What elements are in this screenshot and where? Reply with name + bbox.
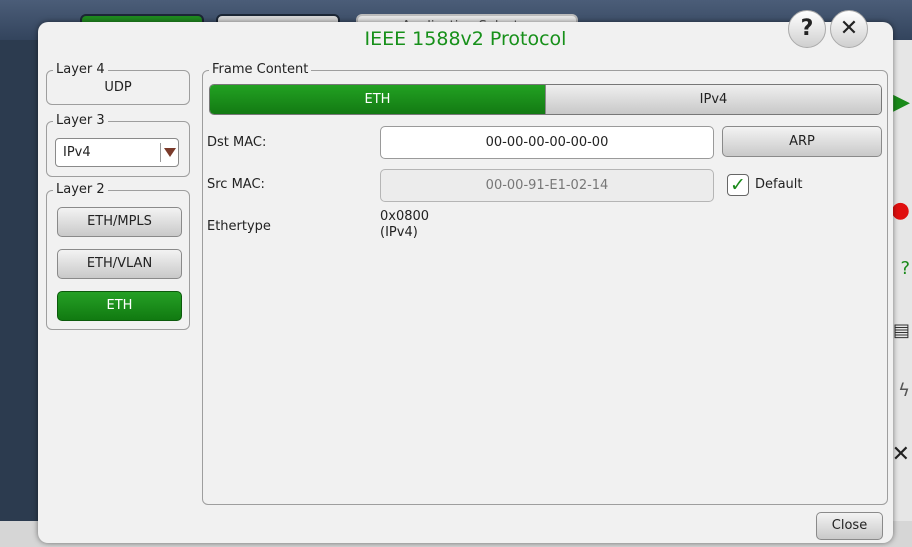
frame-tabs: ETH IPv4	[209, 84, 882, 115]
src-mac-label: Src MAC:	[207, 177, 265, 192]
help-side-icon[interactable]: ?	[900, 258, 910, 279]
close-icon[interactable]: ✕	[830, 10, 868, 48]
tab-eth[interactable]: ETH	[210, 85, 545, 114]
layer2-group: Layer 2 ETH/MPLS ETH/VLAN ETH	[46, 182, 190, 330]
layer3-selected: IPv4	[63, 145, 91, 160]
layer3-select[interactable]: IPv4	[55, 138, 179, 167]
chevron-down-icon	[164, 148, 176, 157]
layer3-group: Layer 3 IPv4	[46, 113, 190, 177]
arp-button[interactable]: ARP	[722, 126, 882, 157]
record-icon[interactable]: ●	[891, 198, 910, 223]
close-button[interactable]: Close	[816, 512, 883, 540]
save-icon[interactable]: ▤	[893, 320, 910, 341]
default-checkbox[interactable]: ✓	[727, 174, 749, 196]
protocol-dialog: IEEE 1588v2 Protocol ? ✕ Layer 4 UDP Lay…	[38, 10, 893, 543]
ethertype-value: 0x0800	[380, 209, 430, 224]
layer2-legend: Layer 2	[53, 182, 108, 198]
ethertype-note: (IPv4)	[380, 225, 418, 240]
frame-content-group: Frame Content ETH IPv4 Dst MAC: 00-00-00…	[202, 62, 888, 505]
ethertype-label: Ethertype	[207, 219, 271, 234]
eth-button[interactable]: ETH	[57, 291, 182, 321]
eth-vlan-button[interactable]: ETH/VLAN	[57, 249, 182, 279]
layer4-value: UDP	[104, 80, 132, 95]
frame-content-legend: Frame Content	[209, 62, 312, 78]
cancel-icon[interactable]: ✕	[892, 442, 910, 467]
tab-ipv4[interactable]: IPv4	[545, 85, 881, 114]
src-mac-input[interactable]: 00-00-91-E1-02-14	[380, 169, 714, 202]
layer3-legend: Layer 3	[53, 113, 108, 129]
play-icon[interactable]: ▶	[893, 90, 910, 115]
dialog-title: IEEE 1588v2 Protocol	[364, 28, 567, 50]
layer4-group: Layer 4 UDP	[46, 62, 190, 105]
help-icon[interactable]: ?	[788, 10, 826, 48]
dst-mac-label: Dst MAC:	[207, 135, 267, 150]
lightning-icon[interactable]: ϟ	[898, 380, 910, 401]
eth-mpls-button[interactable]: ETH/MPLS	[57, 207, 182, 237]
select-divider	[160, 143, 161, 162]
layer4-legend: Layer 4	[53, 62, 108, 78]
dst-mac-input[interactable]: 00-00-00-00-00-00	[380, 126, 714, 159]
default-label: Default	[755, 177, 803, 192]
checkmark-icon: ✓	[730, 174, 746, 196]
